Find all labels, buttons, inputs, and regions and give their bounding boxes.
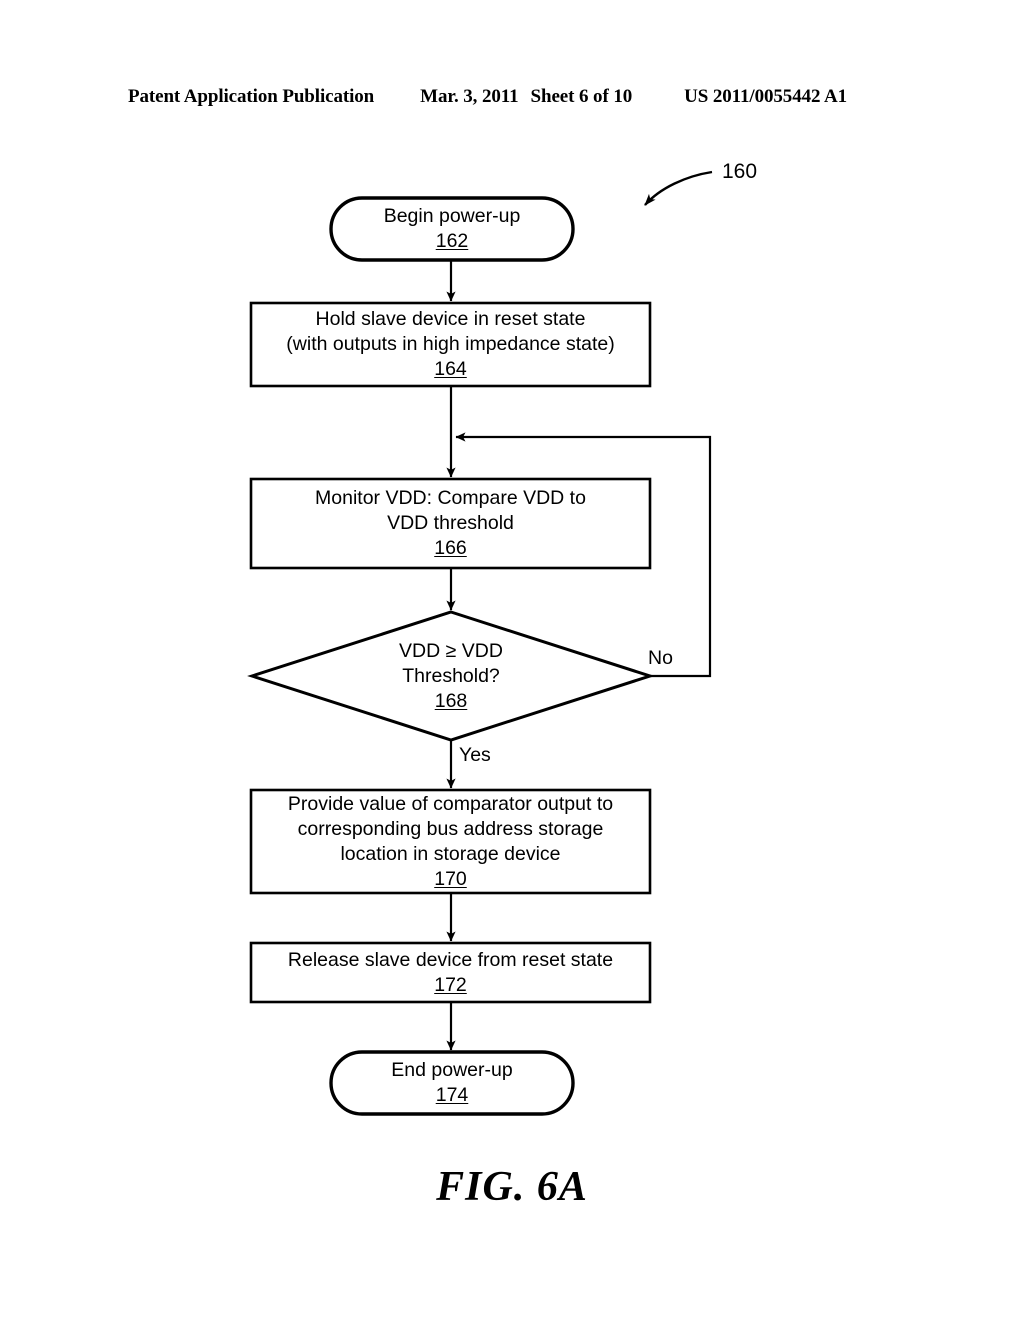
callout-leader-160 [644,170,713,206]
node-release-reset-shape [249,941,652,1004]
edge-label-no: No [648,647,673,669]
node-monitor-vdd-shape [249,477,652,570]
node-hold-reset-shape [249,301,652,388]
node-provide-value-shape [249,788,652,895]
flowchart-diagram: Begin power-up 162 Hold slave device in … [0,0,1024,1320]
edge-label-yes: Yes [459,744,491,766]
node-vdd-decision-shape [247,610,655,742]
flowchart-shapes-and-connectors [247,170,713,1116]
node-begin-power-up-shape [329,196,575,262]
connector-decision-no-feedback-loop [455,432,712,678]
node-end-power-up-shape [329,1050,575,1116]
figure-caption: FIG. 6A [436,1164,588,1210]
callout-reference-160: 160 [722,160,758,183]
